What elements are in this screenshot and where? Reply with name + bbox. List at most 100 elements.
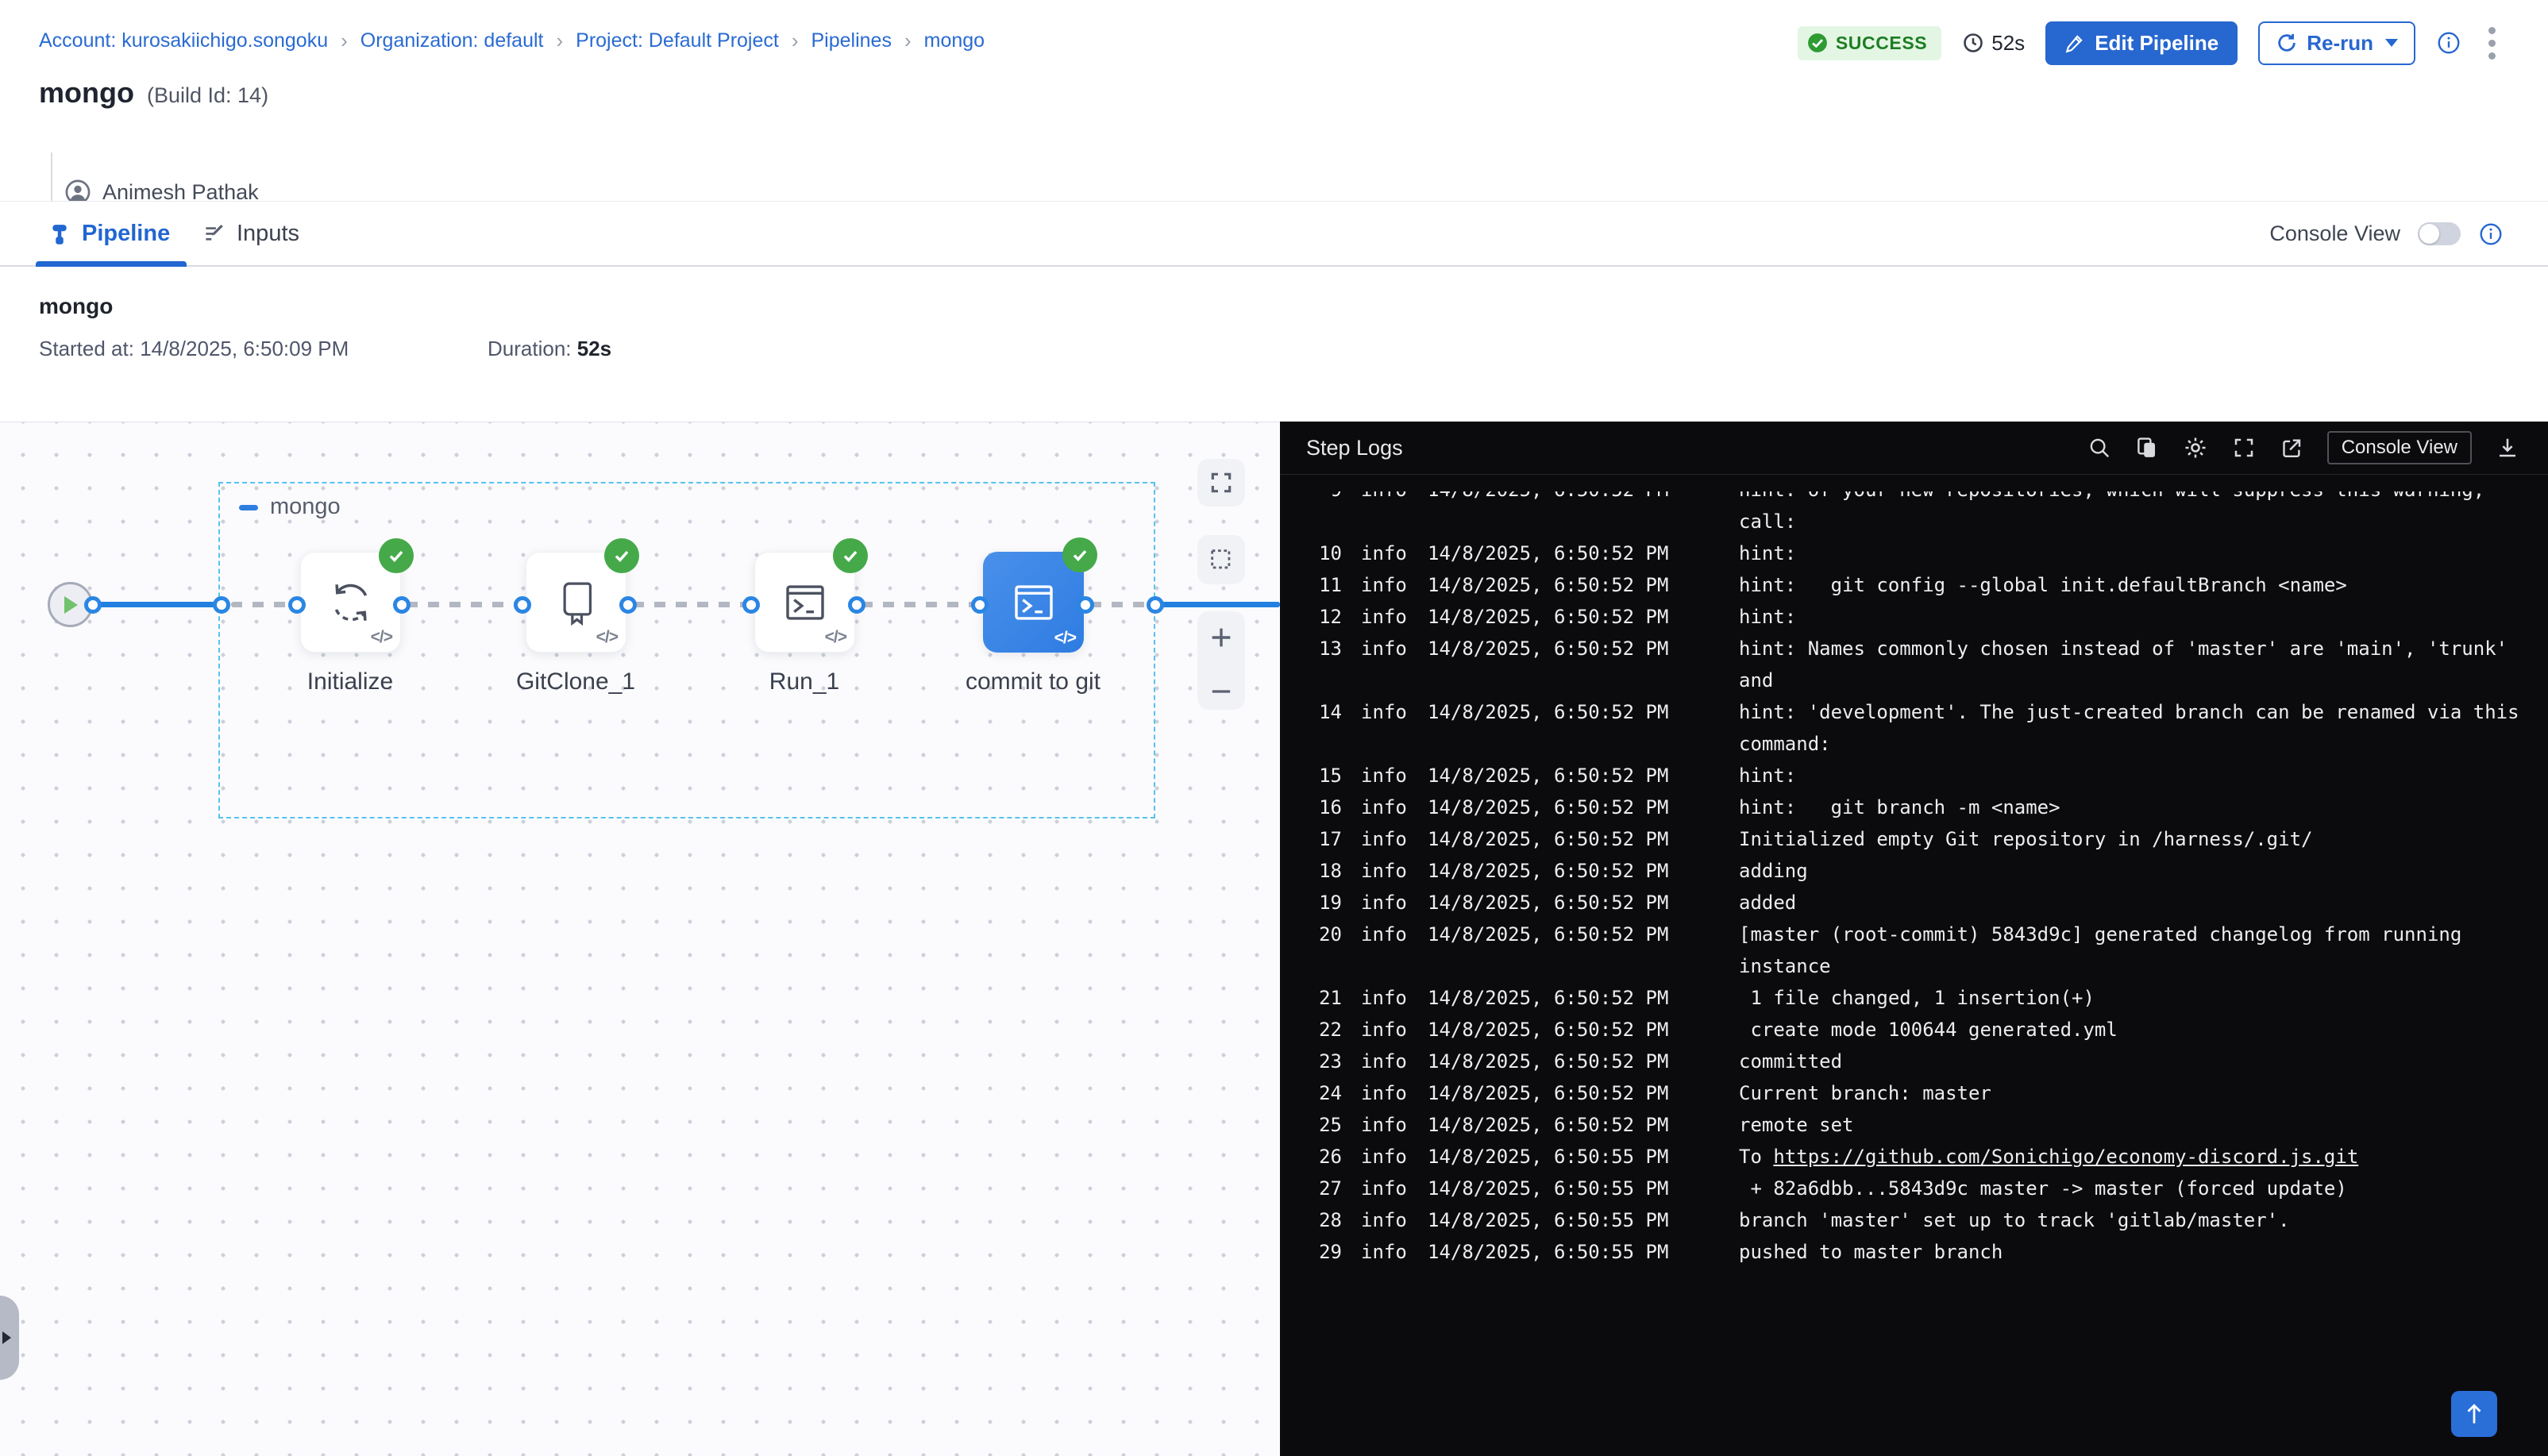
step-logs-title: Step Logs [1306,436,1403,460]
clock-icon [1962,32,1984,54]
edge-end [1158,602,1280,607]
more-options-menu[interactable] [2482,24,2502,63]
console-view-label: Console View [2269,221,2400,246]
connector-node [1147,596,1164,614]
edge-start [93,602,222,607]
step-card-run_1[interactable]: </> [754,552,855,653]
step-success-icon [833,538,868,573]
log-row: 15info14/8/2025, 6:50:52 PMhint: [1312,760,2548,792]
active-tab-underline [36,261,187,267]
tab-inputs[interactable]: Inputs [202,202,299,266]
step-success-icon [1062,537,1097,572]
log-lines: 9info14/8/2025, 6:50:52 PMhint: of your … [1280,491,2548,1268]
log-row: 19info14/8/2025, 6:50:52 PMadded [1312,887,2548,919]
arrow-up-icon [2464,1402,2484,1426]
toggle-knob [2419,224,2439,244]
rerun-button[interactable]: Re-run [2258,21,2415,65]
tab-bar: Pipeline Inputs Console View [0,201,2548,267]
tab-inputs-label: Inputs [237,221,299,247]
breadcrumb-separator: › [341,29,348,53]
download-logs-icon[interactable] [2496,436,2519,460]
edge-dashed [633,602,750,607]
console-view-control: Console View [2269,202,2504,266]
step-card-initialize[interactable]: </> [300,552,401,653]
connector-node [514,596,531,614]
fullscreen-logs-icon[interactable] [2232,436,2256,460]
log-row: 9info14/8/2025, 6:50:52 PMhint: of your … [1312,491,2548,537]
log-toolbar: Console View [2087,431,2519,464]
sync-icon [325,576,377,629]
breadcrumb-organization[interactable]: Organization: default [360,29,544,52]
marquee-select-button[interactable] [1197,535,1245,584]
step-logs-panel: Step Logs [1280,422,2548,1456]
log-row: 23info14/8/2025, 6:50:52 PMcommitted [1312,1046,2548,1077]
git-clone-icon [552,576,601,629]
scroll-to-top-button[interactable] [2451,1391,2497,1437]
fullscreen-canvas-button[interactable] [1197,459,1245,507]
log-row: 24info14/8/2025, 6:50:52 PMCurrent branc… [1312,1077,2548,1109]
build-title: mongo (Build Id: 14) [39,76,268,110]
log-row: 28info14/8/2025, 6:50:55 PMbranch 'maste… [1312,1204,2548,1236]
step-success-icon [604,538,639,573]
inputs-icon [202,222,226,246]
log-row: 14info14/8/2025, 6:50:52 PMhint: 'develo… [1312,696,2548,760]
pipeline-title: mongo [39,76,134,110]
log-row: 12info14/8/2025, 6:50:52 PMhint: [1312,601,2548,633]
app-root: Account: kurosakiichigo.songoku › Organi… [0,0,2548,1456]
code-glyph: </> [825,628,846,647]
edge-dashed [862,602,979,607]
expand-left-panel-handle[interactable] [0,1296,19,1380]
edge-dashed [1090,602,1152,607]
log-row: 25info14/8/2025, 6:50:52 PMremote set [1312,1109,2548,1141]
log-row: 21info14/8/2025, 6:50:52 PM 1 file chang… [1312,982,2548,1014]
run-started-at: Started at: 14/8/2025, 6:50:09 PM [39,337,349,361]
stage-group-label: mongo [270,494,341,520]
status-text: SUCCESS [1836,33,1927,54]
search-icon[interactable] [2087,436,2111,460]
console-view-info-icon[interactable] [2478,221,2504,247]
run-stage-name: mongo [39,294,113,319]
step-success-icon [379,538,414,573]
info-icon[interactable] [2436,30,2461,56]
log-row: 16info14/8/2025, 6:50:52 PMhint: git bra… [1312,792,2548,823]
breadcrumb-pipelines[interactable]: Pipelines [811,29,892,52]
log-row: 11info14/8/2025, 6:50:52 PMhint: git con… [1312,569,2548,601]
edge-dashed [231,602,295,607]
connector-node [213,596,230,614]
log-link[interactable]: https://github.com/Sonichigo/economy-dis… [1773,1146,2358,1168]
log-row: 13info14/8/2025, 6:50:52 PMhint: Names c… [1312,633,2548,696]
edit-pipeline-button[interactable]: Edit Pipeline [2045,21,2238,65]
zoom-in-button[interactable] [1208,624,1235,651]
console-view-button[interactable]: Console View [2327,431,2472,464]
breadcrumb-project[interactable]: Project: Default Project [576,29,779,52]
run-duration: Duration: 52s [488,337,611,361]
refresh-icon [2276,32,2298,54]
step-logs-header: Step Logs [1280,422,2548,475]
log-scroll-area[interactable]: 9info14/8/2025, 6:50:52 PMhint: of your … [1280,491,2548,1456]
pencil-icon [2064,33,2085,53]
log-row: 22info14/8/2025, 6:50:52 PM create mode … [1312,1014,2548,1046]
expand-arrow-icon [0,1330,13,1346]
settings-gear-icon[interactable] [2183,435,2208,460]
collapse-stage-icon[interactable] [239,505,258,510]
tab-pipeline[interactable]: Pipeline [48,202,170,266]
step-label: Initialize [307,668,393,695]
step-card-gitclone_1[interactable]: </> [526,552,626,653]
breadcrumb-pipeline-name[interactable]: mongo [924,29,985,52]
breadcrumb: Account: kurosakiichigo.songoku › Organi… [39,29,985,53]
duration-text: 52s [1991,31,2025,56]
console-view-toggle[interactable] [2418,222,2461,245]
connector-node [84,596,102,614]
copy-icon[interactable] [2135,436,2159,460]
play-icon [62,595,79,615]
step-label: commit to git [966,668,1101,695]
step-card-commit-to-git[interactable]: </> [983,552,1084,653]
breadcrumb-separator: › [556,29,563,53]
zoom-out-button[interactable] [1208,686,1235,697]
open-external-icon[interactable] [2280,436,2303,460]
pipeline-canvas[interactable]: mongo </>Initialize< [0,422,1280,1456]
rerun-label: Re-run [2307,31,2373,56]
breadcrumb-account[interactable]: Account: kurosakiichigo.songoku [39,29,328,52]
connector-node [742,596,760,614]
log-row: 27info14/8/2025, 6:50:55 PM + 82a6dbb...… [1312,1173,2548,1204]
